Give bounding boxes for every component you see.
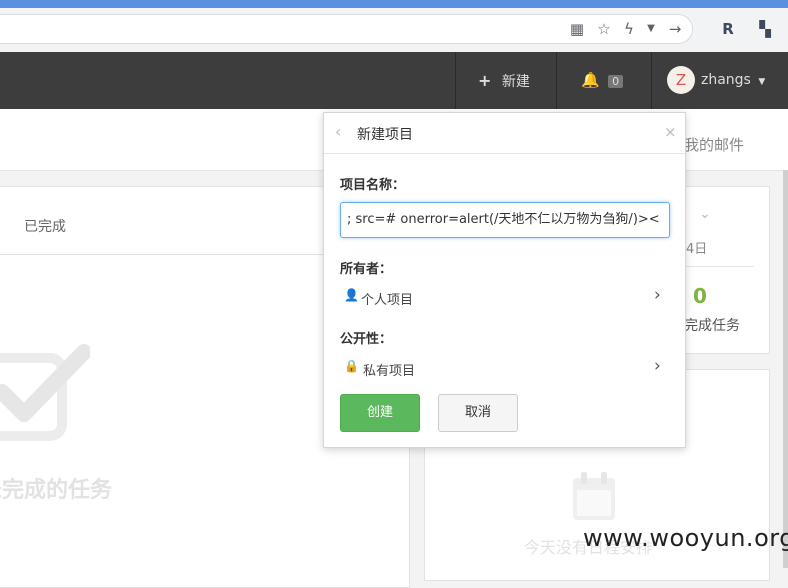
watermark: www.wooyun.org <box>583 524 788 552</box>
chevron-right-icon: › <box>654 356 661 376</box>
visibility-label: 公开性： <box>340 332 393 347</box>
header-divider <box>455 52 456 109</box>
star-icon[interactable]: ☆ <box>593 14 615 44</box>
stats-divider <box>686 266 754 267</box>
new-label: 新建 <box>501 74 530 90</box>
close-icon[interactable]: × <box>664 123 677 141</box>
tab-my-mail[interactable]: 我的邮件 <box>684 134 744 155</box>
tab-completed[interactable]: 已完成 <box>24 216 66 236</box>
create-button[interactable]: 创建 <box>340 394 420 432</box>
user-menu[interactable]: zhangs ▼ <box>701 52 765 111</box>
visibility-value: 私有项目 <box>363 364 416 379</box>
chevron-right-icon: › <box>654 285 661 305</box>
project-name-label: 项目名称： <box>340 178 406 193</box>
lock-icon: 🔒 <box>344 359 359 373</box>
forward-arrow-icon[interactable]: → <box>664 14 686 44</box>
project-name-input[interactable]: ; src=# onerror=alert(/天地不仁以万物为刍狗/)>< <box>340 202 670 238</box>
date-text: 4日 <box>686 242 708 257</box>
avatar[interactable]: Z <box>667 66 695 94</box>
caret-down-icon: ▼ <box>758 77 766 87</box>
visibility-select[interactable]: 🔒 私有项目 › <box>340 356 670 380</box>
qr-code-icon[interactable]: ▦ <box>566 14 588 44</box>
checkbox-illustration-icon <box>0 340 92 441</box>
notification-button[interactable]: 🔔 0 <box>581 52 624 110</box>
notification-count: 0 <box>608 75 624 88</box>
owner-select[interactable]: 👤 个人项目 › <box>340 285 670 309</box>
lightning-icon[interactable]: ϟ <box>618 14 640 44</box>
address-bar[interactable] <box>0 14 693 44</box>
username: zhangs <box>701 72 751 88</box>
extension-icon[interactable]: R <box>716 14 740 44</box>
header-divider <box>556 52 557 109</box>
owner-value: 个人项目 <box>361 293 414 308</box>
empty-tasks-text: 未完成的任务 <box>0 478 113 503</box>
user-icon: 👤 <box>344 288 359 302</box>
new-project-popover: ‹ 新建项目 × 项目名称： ; src=# onerror=alert(/天地… <box>323 112 686 448</box>
completed-count: 0 <box>693 284 707 308</box>
back-chevron-icon[interactable]: ‹ <box>335 122 341 141</box>
apps-icon[interactable]: ▚ <box>753 14 777 44</box>
dropdown-arrow-icon[interactable]: ▼ <box>641 14 661 44</box>
new-button[interactable]: + 新建 <box>478 52 530 111</box>
browser-top-accent <box>0 0 788 8</box>
bell-icon: 🔔 <box>581 71 600 89</box>
calendar-icon <box>571 470 617 526</box>
completed-count-label: 完成任务 <box>684 318 740 334</box>
cancel-button[interactable]: 取消 <box>438 394 518 432</box>
scrollbar[interactable] <box>783 170 788 568</box>
header-divider <box>651 52 652 109</box>
popover-title: 新建项目 <box>357 127 413 143</box>
owner-label: 所有者： <box>340 262 393 277</box>
plus-icon: + <box>478 71 492 90</box>
chevron-down-icon[interactable]: ⌄ <box>699 206 711 222</box>
